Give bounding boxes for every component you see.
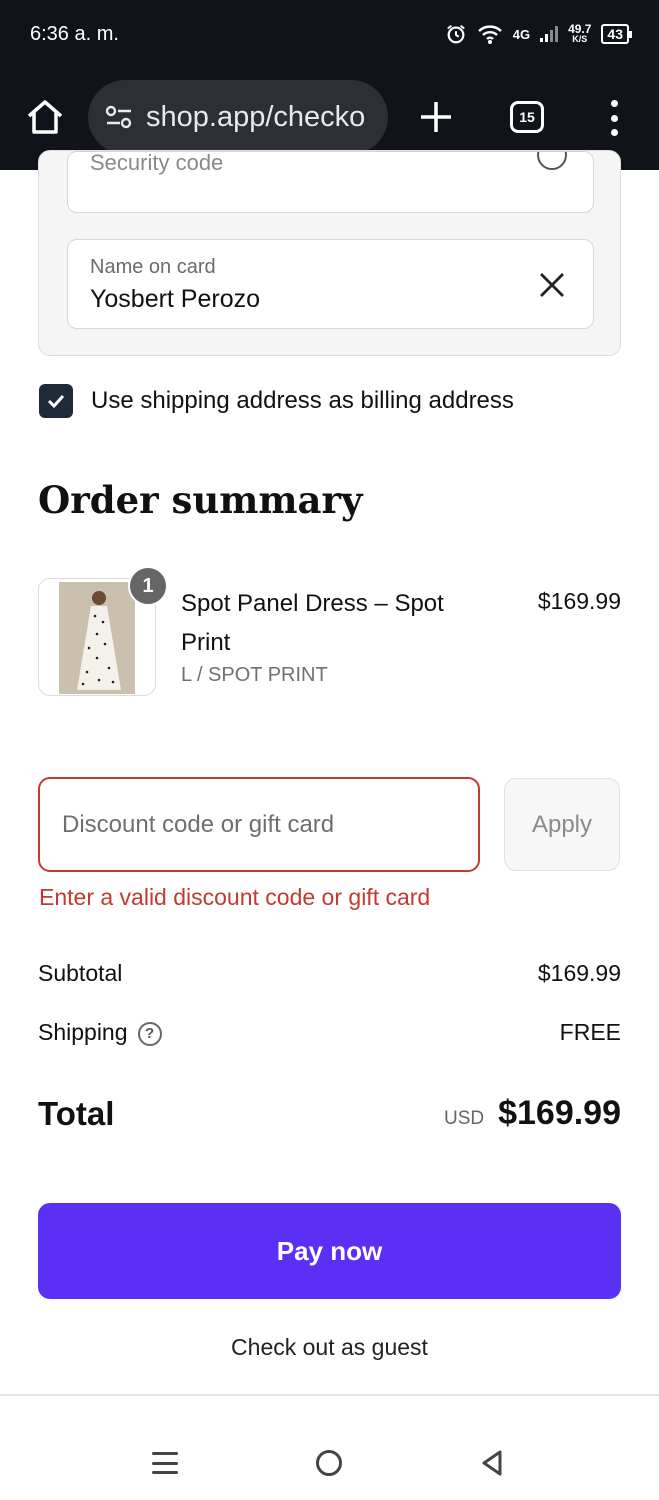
back-icon[interactable] [480,1449,504,1477]
shipping-row: Shipping? FREE [38,1019,621,1046]
quantity-badge: 1 [128,566,168,606]
info-icon[interactable] [537,152,567,170]
subtotal-row: Subtotal $169.99 [38,960,621,987]
network-speed: 49.7 K/S [568,22,592,44]
browser-chrome: 6:36 a. m. 4G 49.7 K/S 43 shop.app/check… [0,0,659,170]
home-circle-icon[interactable] [316,1450,342,1476]
help-circle-icon[interactable]: ? [137,1021,162,1046]
wifi-icon [477,25,502,44]
product-name: Spot Panel Dress – Spot Print [181,590,444,656]
order-summary-title: Order summary [38,478,363,522]
url-text[interactable]: shop.app/checko [146,101,365,134]
security-code-field[interactable]: Security code [67,151,594,213]
billing-address-option[interactable]: Use shipping address as billing address [39,384,514,418]
shipping-label-group: Shipping? [38,1019,162,1046]
home-icon[interactable] [24,96,66,138]
system-navigation-bar [0,1396,659,1500]
name-on-card-field[interactable]: Name on card Yosbert Perozo [67,239,594,329]
battery-level: 43 [607,26,623,42]
shipping-value: FREE [559,1019,621,1045]
address-bar[interactable]: shop.app/checko [88,80,388,154]
tune-icon[interactable] [104,104,134,130]
currency-code: USD [443,1108,485,1129]
name-on-card-label: Name on card [90,256,216,278]
more-vert-icon[interactable] [604,100,624,136]
shipping-label: Shipping [38,1019,128,1045]
network-speed-unit: K/S [572,34,588,44]
plus-icon[interactable] [416,97,456,137]
product-price: $169.99 [537,588,621,614]
total-amount-group: USD $169.99 [444,1094,621,1133]
name-on-card-value[interactable]: Yosbert Perozo [90,285,260,314]
recents-icon[interactable] [152,1452,178,1474]
total-label: Total [38,1094,115,1132]
close-icon[interactable] [537,270,567,300]
pay-now-button[interactable]: Pay now [38,1203,621,1299]
product-variant: L / SPOT PRINT [181,664,328,686]
network-type: 4G [512,26,531,42]
discount-input[interactable] [62,810,478,839]
battery-icon: 43 [601,24,632,44]
apply-button[interactable]: Apply [504,778,620,871]
card-details-box: Security code Name on card Yosbert Peroz… [38,150,621,356]
subtotal-label: Subtotal [38,960,123,986]
total-row: Total USD $169.99 [38,1094,621,1133]
signal-icon [540,26,559,42]
alarm-icon [446,24,465,44]
billing-checkbox-label[interactable]: Use shipping address as billing address [91,387,514,415]
network-speed-value: 49.7 [568,22,592,36]
security-code-placeholder: Security code [90,151,224,175]
check-icon [47,394,65,409]
order-line-item: 1 Spot Panel Dress – Spot Print L / SPOT… [38,566,621,698]
discount-error: Enter a valid discount code or gift card [39,884,431,910]
status-bar: 6:36 a. m. 4G 49.7 K/S 43 [30,20,632,48]
tab-count: 15 [519,109,535,125]
subtotal-value: $169.99 [537,960,621,986]
browser-toolbar: shop.app/checko 15 [0,80,659,156]
status-icons: 4G 49.7 K/S 43 [445,22,632,45]
discount-field[interactable] [38,777,480,872]
status-time: 6:36 a. m. [30,22,119,45]
tab-switcher-button[interactable]: 15 [510,101,544,133]
total-value: $169.99 [498,1094,621,1132]
product-image [59,582,135,694]
guest-checkout-link[interactable]: Check out as guest [0,1334,659,1361]
billing-checkbox[interactable] [39,384,73,418]
